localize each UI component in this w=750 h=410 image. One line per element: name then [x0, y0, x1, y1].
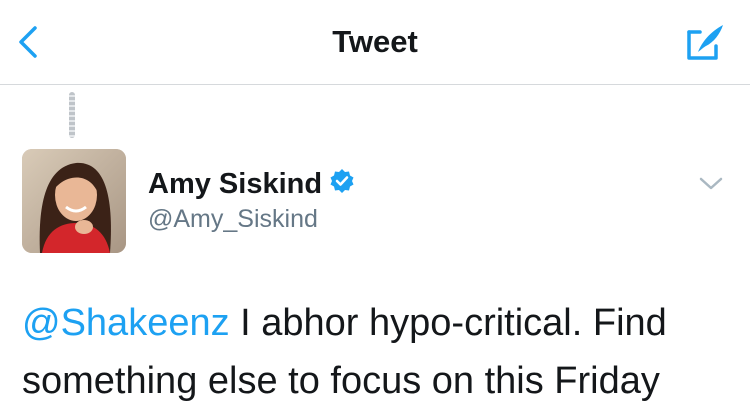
profile-photo	[22, 149, 126, 253]
mention-link[interactable]: @Shakeenz	[22, 302, 230, 344]
chevron-down-icon	[699, 177, 723, 190]
author-name[interactable]: Amy Siskind	[148, 168, 322, 201]
verified-badge-icon	[330, 169, 354, 193]
avatar[interactable]	[22, 149, 126, 253]
page-title: Tweet	[332, 24, 418, 59]
tweet-body: @Shakeenz I abhor hypo-critical. Find so…	[22, 294, 737, 410]
compose-tweet-button[interactable]	[684, 20, 728, 64]
compose-tweet-icon	[687, 25, 723, 60]
navigation-bar: Tweet	[0, 0, 750, 85]
author-handle[interactable]: @Amy_Siskind	[148, 205, 318, 234]
tweet-options-button[interactable]	[698, 174, 724, 194]
thread-connector-line	[69, 92, 75, 138]
